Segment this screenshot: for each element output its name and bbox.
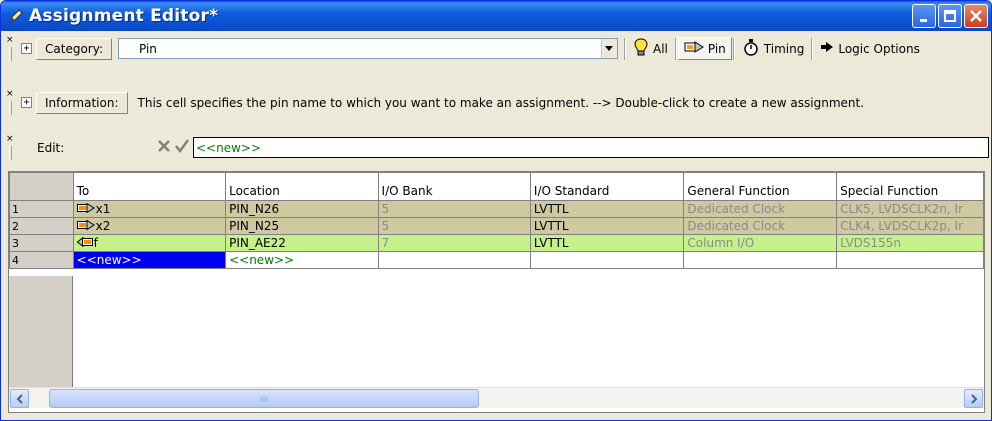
row-number[interactable]: 1 xyxy=(9,200,74,218)
io-standard-cell[interactable]: LVTTL xyxy=(529,200,685,218)
stopwatch-icon xyxy=(742,38,760,59)
category-expand-icon[interactable]: + xyxy=(21,43,32,54)
to-value: x1 xyxy=(95,201,111,216)
row-number[interactable]: 3 xyxy=(9,234,74,252)
general-function-cell[interactable]: Dedicated Clock xyxy=(683,200,838,218)
to-cell[interactable]: x1 xyxy=(72,200,227,218)
column-header-special-function[interactable]: Special Function xyxy=(836,172,984,201)
chevron-right-icon xyxy=(970,393,977,404)
close-bar-icon[interactable]: × xyxy=(6,134,14,144)
io-standard-cell[interactable]: LVTTL xyxy=(529,234,685,252)
location-cell-new[interactable]: <<new>> xyxy=(225,251,379,269)
grip-lines-icon xyxy=(260,395,268,402)
to-value: x2 xyxy=(95,218,111,233)
row-header-filler xyxy=(9,276,73,388)
location-cell[interactable]: PIN_N25 xyxy=(225,217,379,235)
assignment-grid[interactable]: To Location I/O Bank I/O Standard Genera… xyxy=(8,171,985,413)
pin-icon xyxy=(684,41,704,56)
accept-edit-icon[interactable] xyxy=(175,139,190,156)
special-function-cell[interactable]: CLK5, LVDSCLK2n, Ir xyxy=(836,200,984,218)
category-bar-grip[interactable]: × xyxy=(5,35,17,61)
filter-all-label: All xyxy=(652,41,668,56)
dropdown-arrow-icon[interactable] xyxy=(600,39,617,58)
column-header-io-standard[interactable]: I/O Standard xyxy=(529,172,685,201)
scroll-thumb[interactable] xyxy=(49,389,479,408)
minimize-icon xyxy=(920,19,927,22)
location-cell[interactable]: PIN_N26 xyxy=(225,200,379,218)
category-label-button[interactable]: Category: xyxy=(36,37,112,60)
filter-pin-button[interactable]: Pin xyxy=(677,37,732,60)
location-cell[interactable]: PIN_AE22 xyxy=(225,234,379,252)
output-pin-icon xyxy=(76,236,93,250)
io-bank-cell[interactable]: 5 xyxy=(377,200,531,218)
io-standard-cell[interactable] xyxy=(529,251,685,269)
category-value: Pin xyxy=(138,41,157,56)
edit-bar-grip[interactable]: × xyxy=(5,134,17,160)
assignment-table: To Location I/O Bank I/O Standard Genera… xyxy=(9,172,984,269)
table-header-row: To Location I/O Bank I/O Standard Genera… xyxy=(9,172,984,201)
edit-input[interactable]: <<new>> xyxy=(193,137,989,158)
general-function-cell[interactable] xyxy=(683,251,838,269)
horizontal-scrollbar[interactable] xyxy=(9,387,984,408)
special-function-cell[interactable]: CLK4, LVDSCLK2p, Ir xyxy=(836,217,984,235)
close-button[interactable] xyxy=(964,4,988,28)
column-header-to[interactable]: To xyxy=(72,172,227,201)
row-number[interactable]: 2 xyxy=(9,217,74,235)
column-header-location[interactable]: Location xyxy=(225,172,379,201)
edit-label: Edit: xyxy=(37,140,65,155)
category-select[interactable]: Pin xyxy=(117,38,618,59)
information-bar-grip[interactable]: × xyxy=(5,89,17,115)
table-row-new[interactable]: 4 <<new>> <<new>> xyxy=(9,251,984,269)
information-bar: × + Information: This cell specifies the… xyxy=(5,89,989,116)
title-bar[interactable]: Assignment Editor* xyxy=(1,1,991,31)
special-function-cell[interactable] xyxy=(836,251,984,269)
assignment-editor-window: Assignment Editor* × + Category: Pin All… xyxy=(0,0,992,421)
close-icon xyxy=(970,10,982,22)
cancel-edit-icon[interactable] xyxy=(157,139,171,156)
to-cell[interactable]: f xyxy=(72,234,227,252)
table-row[interactable]: 3 f PIN_AE22 7 LVTTL Column I/O LVDS155n xyxy=(9,234,984,252)
input-pin-icon xyxy=(76,202,95,216)
arrow-right-icon xyxy=(820,41,834,56)
close-bar-icon[interactable]: × xyxy=(6,89,14,99)
to-value: f xyxy=(93,235,98,250)
io-bank-cell[interactable]: 5 xyxy=(377,217,531,235)
maximize-button[interactable] xyxy=(938,4,962,28)
io-standard-cell[interactable]: LVTTL xyxy=(529,217,685,235)
category-bar: × + Category: Pin All Pin Timing Logic O… xyxy=(5,35,989,62)
scroll-right-button[interactable] xyxy=(964,389,983,408)
maximize-icon xyxy=(944,10,956,22)
column-header-general-function[interactable]: General Function xyxy=(683,172,838,201)
window-title: Assignment Editor* xyxy=(29,6,219,26)
filter-pin-label: Pin xyxy=(707,41,726,56)
minimize-button[interactable] xyxy=(912,4,936,28)
general-function-cell[interactable]: Column I/O xyxy=(683,234,838,252)
edit-bar: × Edit: <<new>> xyxy=(5,134,989,161)
table-row[interactable]: 1 x1 PIN_N26 5 LVTTL Dedicated Clock CLK… xyxy=(9,200,984,218)
information-expand-icon[interactable]: + xyxy=(21,97,32,108)
information-text: This cell specifies the pin name to whic… xyxy=(137,95,865,110)
to-cell[interactable]: x2 xyxy=(72,217,227,235)
filter-all-button[interactable]: All xyxy=(627,37,674,60)
filter-logic-options-label: Logic Options xyxy=(838,41,920,56)
row-number[interactable]: 4 xyxy=(9,251,74,269)
io-bank-cell[interactable] xyxy=(377,251,531,269)
special-function-cell[interactable]: LVDS155n xyxy=(836,234,984,252)
input-pin-icon xyxy=(76,219,95,233)
column-header-io-bank[interactable]: I/O Bank xyxy=(377,172,531,201)
close-bar-icon[interactable]: × xyxy=(6,35,14,45)
general-function-cell[interactable]: Dedicated Clock xyxy=(683,217,838,235)
chevron-left-icon xyxy=(16,393,23,404)
table-row[interactable]: 2 x2 PIN_N25 5 LVTTL Dedicated Clock CLK… xyxy=(9,217,984,235)
corner-cell[interactable] xyxy=(9,172,74,201)
io-bank-cell[interactable]: 7 xyxy=(377,234,531,252)
information-label-button[interactable]: Information: xyxy=(36,91,128,114)
filter-logic-options-button[interactable]: Logic Options xyxy=(814,37,925,60)
scroll-left-button[interactable] xyxy=(10,389,29,408)
bulb-icon xyxy=(633,38,649,59)
pencil-icon xyxy=(7,7,25,25)
to-cell-new[interactable]: <<new>> xyxy=(72,251,227,269)
filter-timing-label: Timing xyxy=(763,41,805,56)
filter-timing-button[interactable]: Timing xyxy=(736,37,811,60)
